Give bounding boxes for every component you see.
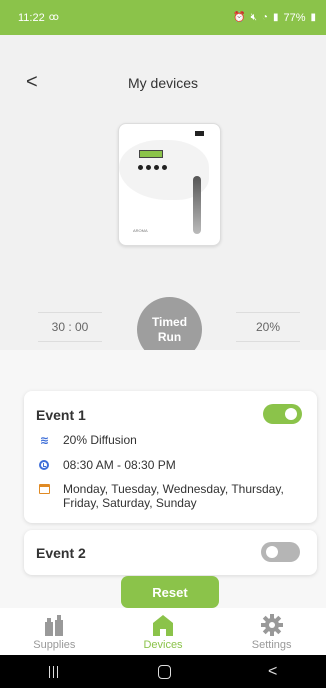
battery-icon: ▮ — [310, 12, 316, 23]
home-button-icon[interactable] — [157, 664, 171, 679]
page-title: My devices — [127, 75, 199, 91]
gear-icon — [260, 613, 283, 636]
event-title: Event 2 — [36, 545, 86, 561]
tab-label: Settings — [251, 639, 292, 651]
event-days-line2: Friday, Saturday, Sunday — [63, 496, 197, 510]
tab-label: Devices — [143, 639, 183, 651]
event-toggle[interactable] — [263, 404, 302, 424]
home-icon — [152, 613, 174, 636]
signal-icon: ▮ — [272, 12, 279, 23]
battery-percent: 77% — [283, 11, 306, 24]
diffusion-icon: ≋ — [39, 434, 49, 447]
recents-icon[interactable] — [48, 665, 61, 678]
event-toggle[interactable] — [261, 542, 300, 562]
wifi-icon: ◔ — [261, 12, 268, 23]
tab-label: Supplies — [33, 639, 76, 651]
duration-picker[interactable]: 30 : 00 — [38, 312, 102, 342]
percent-picker[interactable]: 20% — [236, 312, 300, 342]
event-time-row: 08:30 AM - 08:30 PM — [36, 458, 176, 472]
timed-run-label-line1: Timed — [151, 314, 188, 329]
mute-icon: 🔇︎ — [250, 12, 257, 23]
bottom-tab-bar: Supplies Devices Settings — [0, 608, 326, 655]
device-buttons — [138, 165, 167, 170]
reset-button[interactable]: Reset — [121, 576, 219, 608]
event-time-range: 08:30 AM - 08:30 PM — [63, 458, 176, 472]
voicemail-icon: ꝏ — [48, 12, 59, 23]
event-diffusion-row: ≋ 20% Diffusion — [36, 433, 137, 447]
device-brand: AROMA — [133, 228, 148, 233]
event-card[interactable]: Event 1 ≋ 20% Diffusion 08:30 AM - 08:30… — [24, 391, 317, 523]
event-card[interactable]: Event 2 — [24, 530, 317, 575]
timed-run-label-line2: Run — [157, 329, 182, 344]
status-bar: 11:22 ꝏ ⏰ 🔇︎ ◔ ▮ 77% ▮ — [0, 0, 326, 35]
bottles-icon — [43, 613, 65, 636]
event-days-line1: Monday, Tuesday, Wednesday, Thursday, — [63, 482, 284, 496]
system-navigation-bar: < — [0, 655, 326, 688]
clock-icon — [39, 460, 49, 470]
device-image: AROMA — [118, 123, 221, 246]
calendar-icon — [38, 484, 50, 494]
device-slot — [195, 131, 204, 136]
status-time: 11:22 — [18, 11, 45, 24]
tab-devices[interactable]: Devices — [109, 608, 218, 655]
event-diffusion: 20% Diffusion — [63, 433, 137, 447]
device-window — [193, 176, 201, 234]
alarm-icon: ⏰ — [233, 12, 246, 23]
event-days-row: Monday, Tuesday, Wednesday, Thursday, Fr… — [36, 482, 284, 510]
tab-supplies[interactable]: Supplies — [0, 608, 109, 655]
event-title: Event 1 — [36, 407, 86, 423]
device-screen — [139, 150, 163, 158]
back-icon[interactable]: < — [268, 663, 277, 681]
tab-settings[interactable]: Settings — [217, 608, 326, 655]
